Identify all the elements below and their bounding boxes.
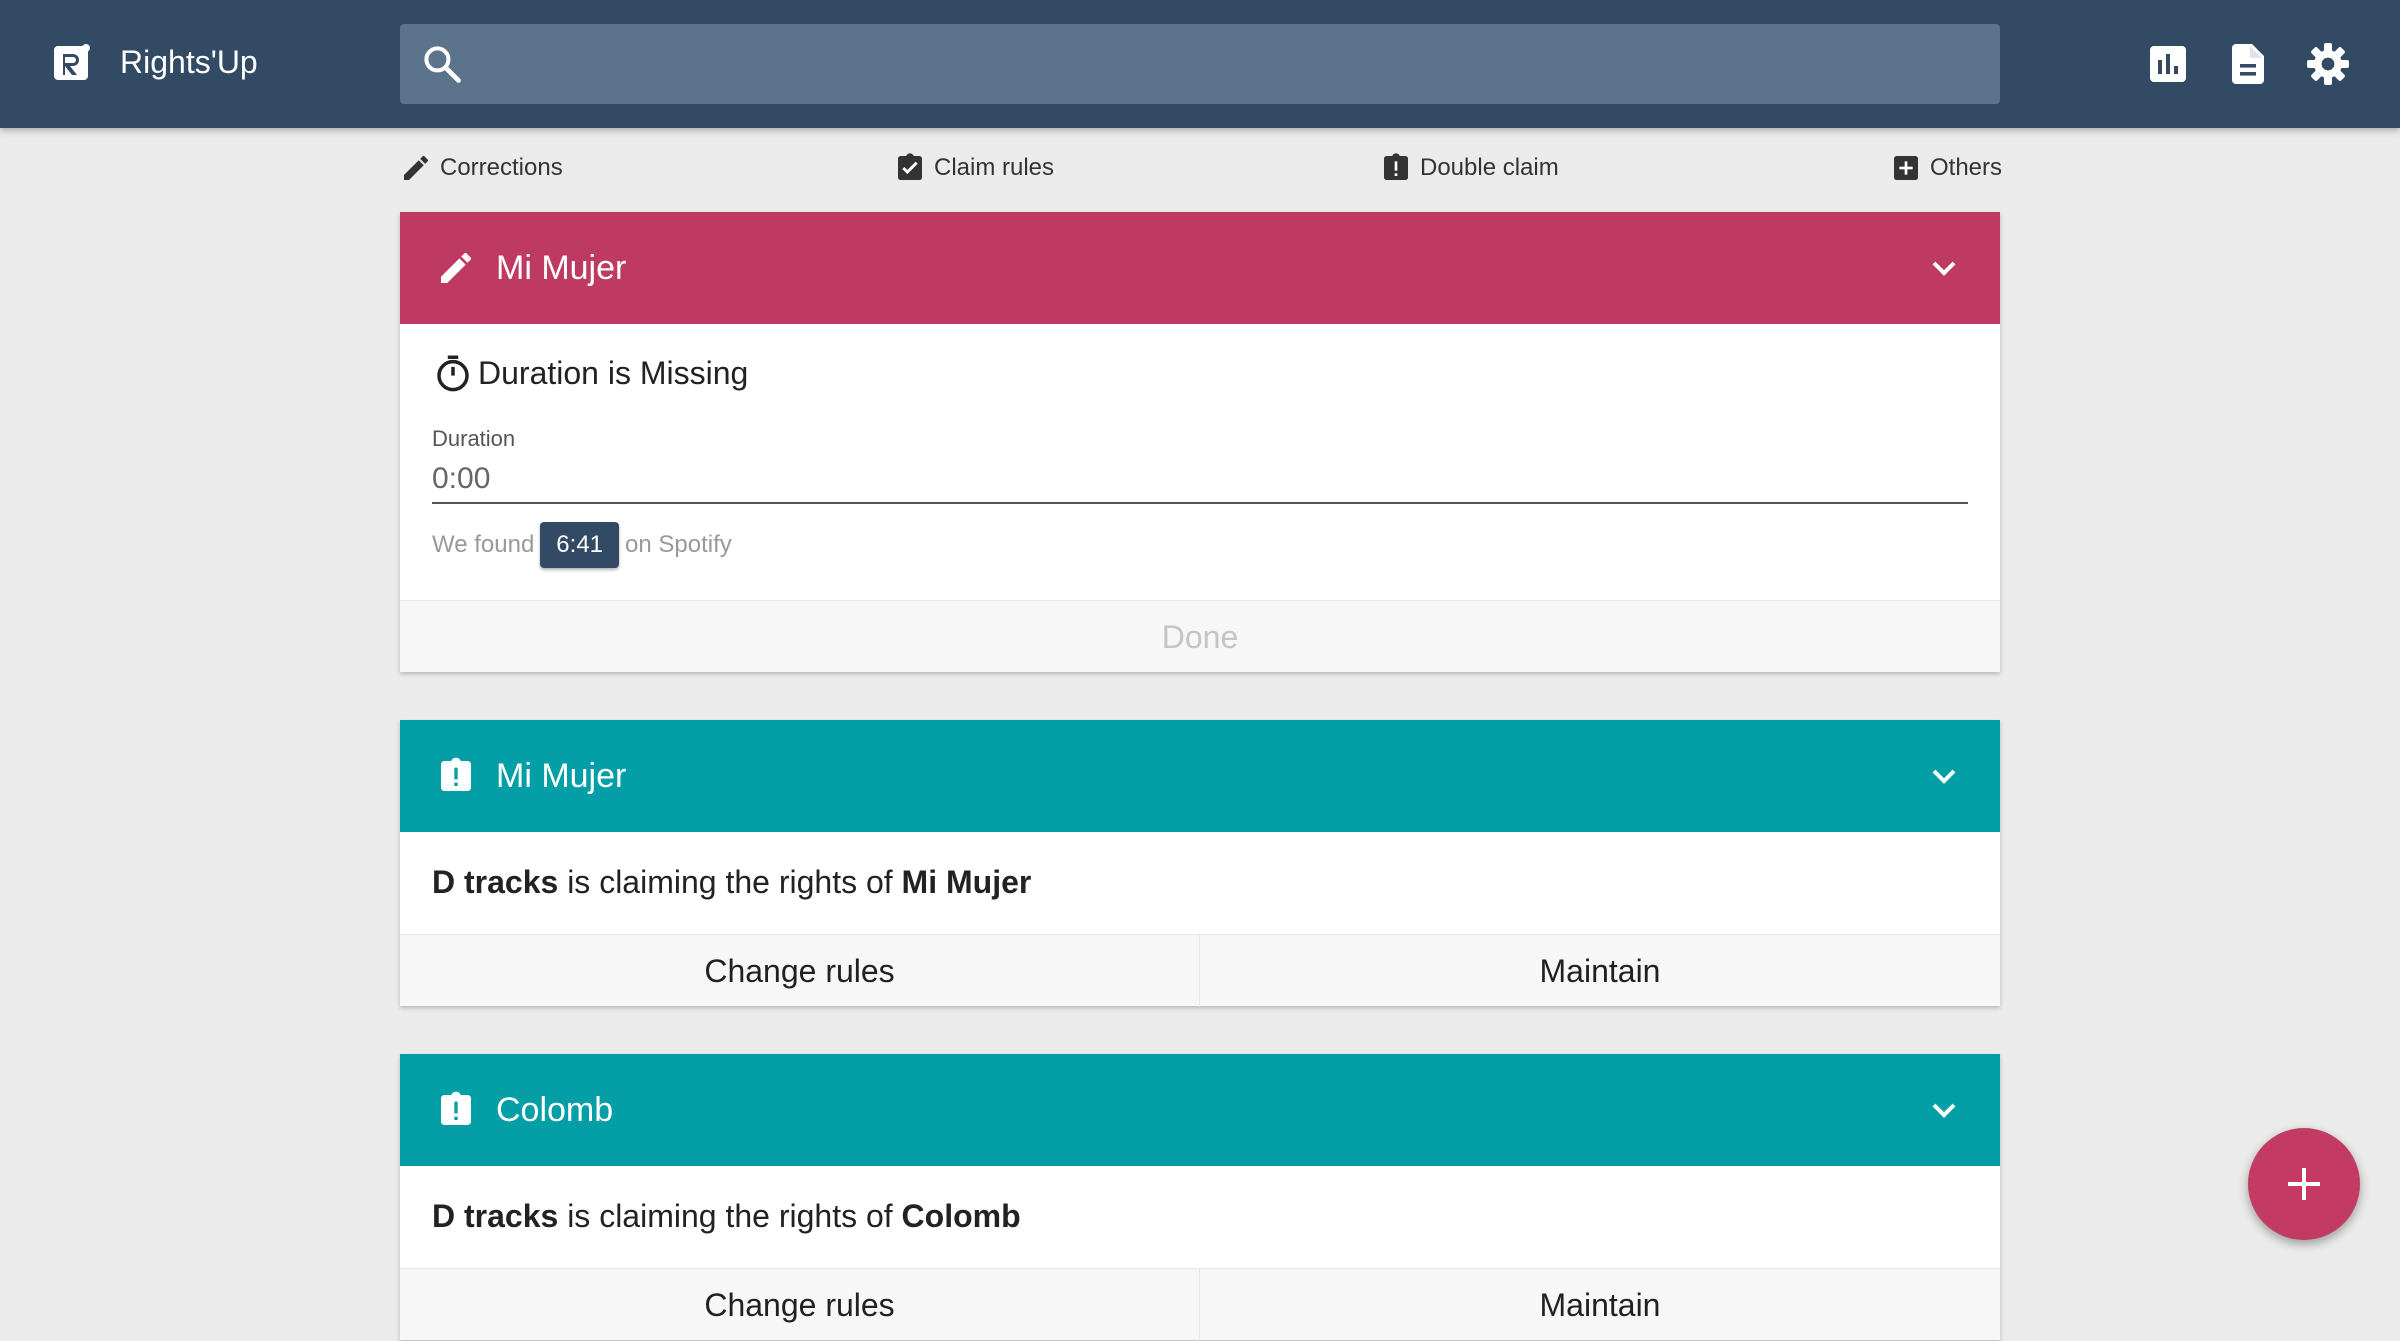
- card-header[interactable]: Mi Mujer: [400, 720, 2000, 832]
- filter-label: Claim rules: [934, 154, 1055, 181]
- claimant-name: D tracks: [432, 864, 559, 900]
- issue-title: Duration is Missing: [432, 352, 748, 394]
- card-footer: Change rules Maintain: [400, 934, 2000, 1007]
- done-button[interactable]: Done: [400, 601, 2000, 673]
- suggestion-prefix: We found: [432, 531, 535, 558]
- app-bar: Rights'Up: [0, 0, 2400, 128]
- card-footer: Change rules Maintain: [400, 1268, 2000, 1341]
- clipboard-alert-icon: [441, 1091, 471, 1125]
- filter-double-claim[interactable]: Double claim: [1380, 148, 1559, 188]
- card-footer: Done: [400, 600, 2000, 672]
- settings-button[interactable]: [2304, 40, 2352, 88]
- documents-button[interactable]: [2224, 40, 2272, 88]
- maintain-button[interactable]: Maintain: [1200, 935, 2000, 1007]
- claim-middle-text: is claiming the rights of: [567, 864, 893, 900]
- card-header[interactable]: Colomb: [400, 1054, 2000, 1166]
- rightsup-logo-icon[interactable]: [52, 42, 92, 82]
- suggestion-line: We found 6:41 on Spotify: [432, 522, 732, 568]
- search-icon: [424, 46, 461, 83]
- claim-middle-text: is claiming the rights of: [567, 1198, 893, 1234]
- add-fab-button[interactable]: [2248, 1128, 2360, 1240]
- clipboard-check-icon: [898, 153, 922, 180]
- filter-claim-rules[interactable]: Claim rules: [894, 148, 1054, 188]
- plus-icon: [2288, 1168, 2320, 1200]
- issue-text: Duration is Missing: [478, 354, 749, 391]
- card-title: Mi Mujer: [496, 249, 627, 287]
- bar-chart-icon: [2150, 46, 2186, 82]
- plus-box-icon: [1894, 156, 1918, 180]
- app-name: Rights'Up: [120, 44, 258, 80]
- claim-description: D tracks is claiming the rights of Mi Mu…: [432, 860, 1031, 904]
- double-claim-card: Mi Mujer D tracks is claiming the rights…: [400, 720, 2000, 1007]
- filter-label: Others: [1930, 154, 2003, 181]
- pencil-icon: [404, 155, 429, 180]
- filter-bar: Corrections Claim rules Double claim Oth…: [400, 148, 2002, 188]
- card-header[interactable]: Mi Mujer: [400, 212, 2000, 324]
- work-name: Mi Mujer: [901, 864, 1032, 900]
- claim-description: D tracks is claiming the rights of Colom…: [432, 1194, 1021, 1238]
- suggested-duration-chip[interactable]: 6:41: [540, 522, 620, 568]
- chevron-down-icon[interactable]: [1924, 248, 1964, 288]
- correction-card: Mi Mujer Duration is Missing Duration We…: [400, 212, 2000, 672]
- filter-corrections[interactable]: Corrections: [400, 148, 563, 188]
- stopwatch-icon: [437, 355, 469, 392]
- duration-label: Duration: [432, 426, 516, 451]
- change-rules-button[interactable]: Change rules: [400, 935, 1200, 1007]
- card-title: Mi Mujer: [496, 757, 627, 795]
- clipboard-alert-icon: [1384, 153, 1408, 180]
- duration-input[interactable]: [432, 456, 1968, 504]
- chevron-down-icon[interactable]: [1924, 1090, 1964, 1130]
- search-bar[interactable]: [400, 24, 2000, 104]
- filter-label: Double claim: [1420, 154, 1559, 181]
- work-name: Colomb: [901, 1198, 1021, 1234]
- filter-others[interactable]: Others: [1890, 148, 2002, 188]
- document-icon: [2232, 44, 2264, 84]
- filter-label: Corrections: [440, 154, 563, 181]
- pencil-icon: [441, 252, 472, 283]
- clipboard-alert-icon: [441, 757, 471, 791]
- double-claim-card: Colomb D tracks is claiming the rights o…: [400, 1054, 2000, 1341]
- chevron-down-icon[interactable]: [1924, 756, 1964, 796]
- stats-button[interactable]: [2144, 40, 2192, 88]
- claimant-name: D tracks: [432, 1198, 559, 1234]
- search-input[interactable]: [480, 24, 1980, 104]
- card-title: Colomb: [496, 1091, 614, 1129]
- suggestion-suffix: on Spotify: [625, 531, 732, 558]
- gear-icon: [2307, 43, 2349, 85]
